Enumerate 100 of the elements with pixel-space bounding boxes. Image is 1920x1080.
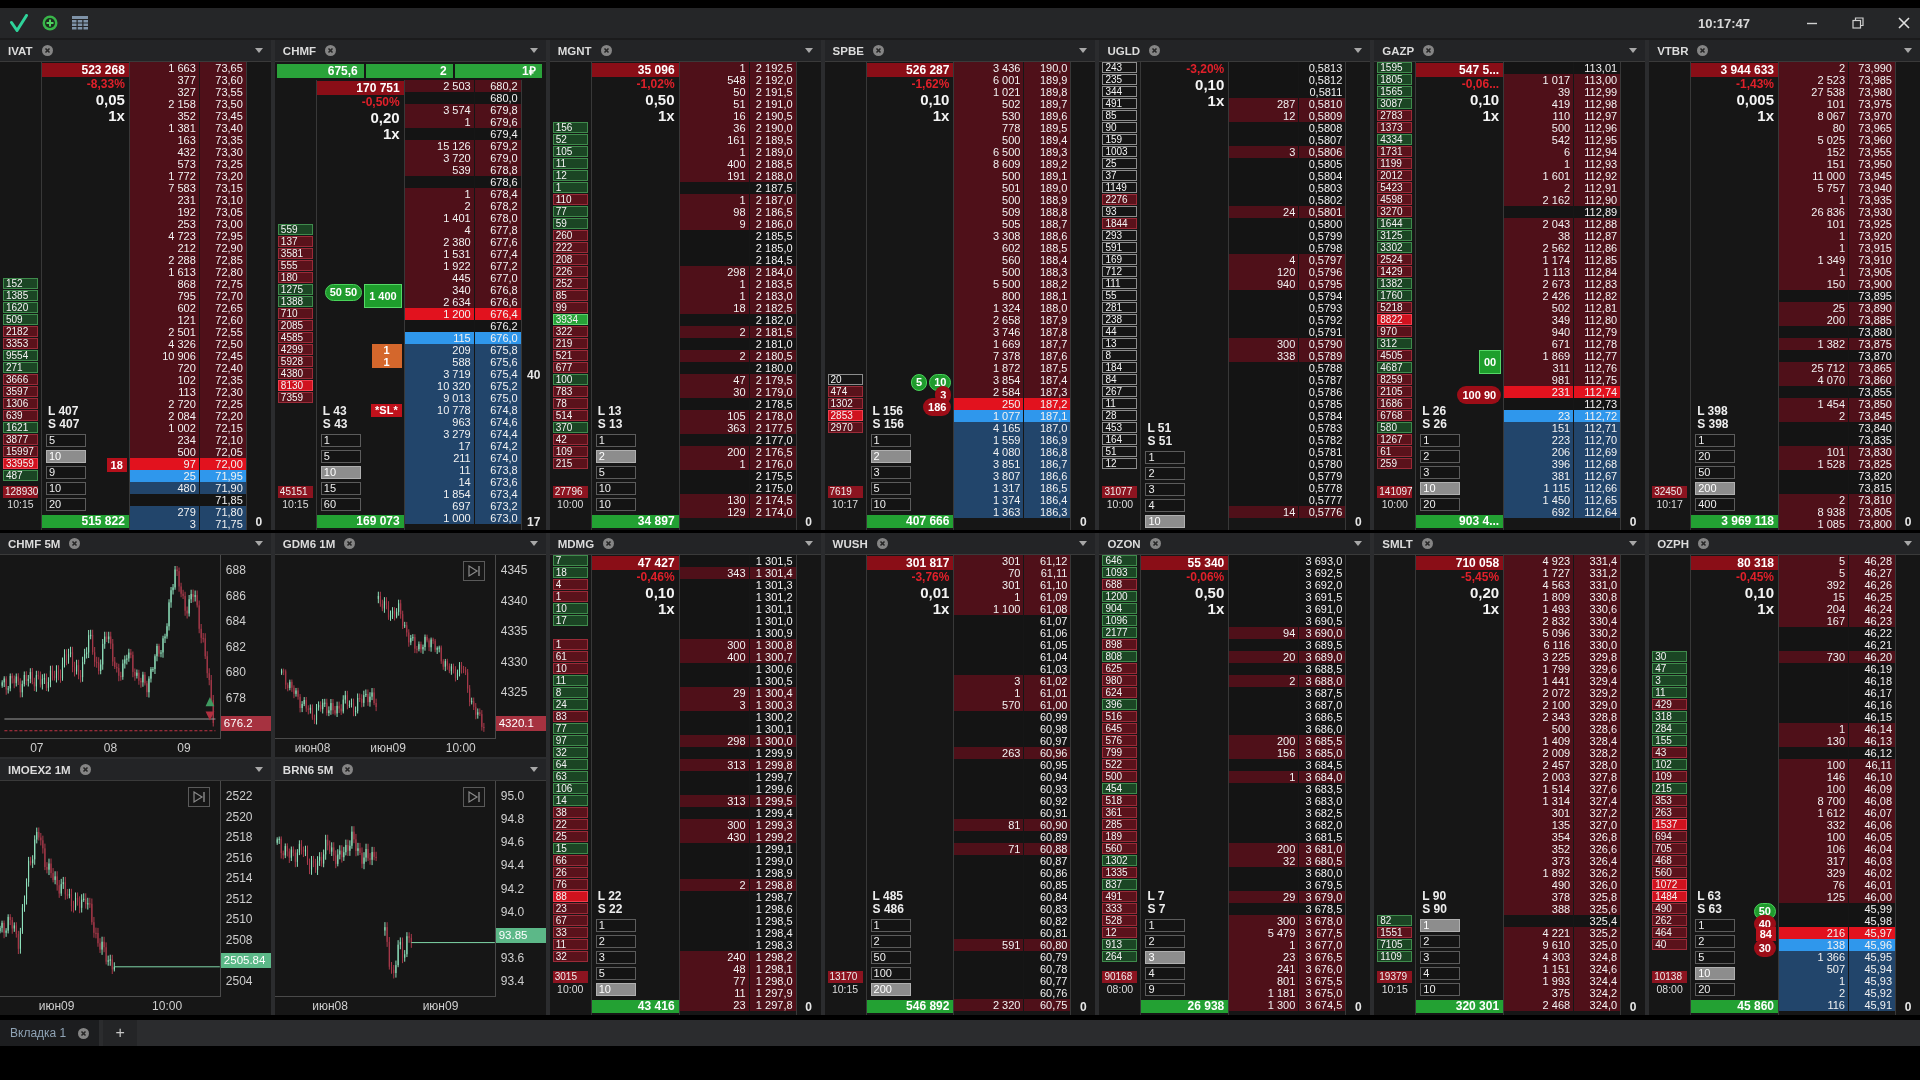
lot-button[interactable]: 10 — [1420, 983, 1461, 996]
lot-button[interactable]: 20 — [1695, 450, 1736, 463]
lot-button[interactable]: 1 — [1695, 434, 1736, 447]
lot-button[interactable]: 5 — [1695, 951, 1736, 964]
lot-button[interactable]: 2 — [1420, 450, 1461, 463]
order-marker[interactable]: 18 — [106, 458, 127, 472]
lot-button[interactable]: 15 — [320, 482, 361, 495]
lot-button[interactable]: 1 — [1145, 919, 1186, 932]
skip-to-end-icon[interactable] — [462, 787, 485, 807]
close-icon[interactable] — [1898, 17, 1910, 29]
lot-button[interactable]: 10 — [870, 498, 911, 511]
skip-to-end-icon[interactable] — [462, 561, 485, 581]
lot-button[interactable]: 9 — [1145, 983, 1186, 996]
workspace-tab[interactable]: Вкладка 1 — [0, 1020, 100, 1046]
order-marker[interactable]: 84 — [1755, 927, 1776, 941]
lot-button[interactable]: 3 — [1145, 483, 1186, 496]
lot-button[interactable]: 2 — [1420, 935, 1461, 948]
caret-icon[interactable] — [529, 541, 538, 546]
lot-button[interactable]: 1 — [1695, 919, 1736, 932]
caret-icon[interactable] — [254, 541, 263, 546]
lot-button[interactable]: 3 — [870, 466, 911, 479]
panel-title[interactable]: IMOEX2 1M — [8, 763, 71, 776]
order-marker[interactable]: *SL* — [371, 404, 402, 417]
lot-button[interactable]: 2 — [1145, 935, 1186, 948]
panel-title[interactable]: OZON — [1107, 537, 1141, 550]
lot-button[interactable]: 3 — [1420, 951, 1461, 964]
caret-icon[interactable] — [529, 767, 538, 772]
lot-button[interactable]: 400 — [1695, 498, 1736, 511]
lot-button[interactable]: 20 — [1420, 498, 1461, 511]
lot-button[interactable]: 4 — [1145, 499, 1186, 512]
panel-title[interactable]: CHMF — [282, 44, 317, 57]
lot-button[interactable]: 50 — [870, 951, 911, 964]
caret-icon[interactable] — [1904, 541, 1912, 546]
order-marker[interactable]: 50 50 — [324, 284, 363, 301]
caret-icon[interactable] — [804, 48, 813, 53]
caret-icon[interactable] — [254, 48, 263, 53]
lot-button[interactable]: 1 — [320, 434, 361, 447]
lot-button[interactable]: 3 — [1420, 466, 1461, 479]
close-icon[interactable] — [78, 1027, 90, 1039]
panel-title[interactable]: MDMG — [557, 537, 595, 550]
caret-icon[interactable] — [1079, 48, 1088, 53]
panel-title[interactable]: UGLD — [1107, 44, 1140, 57]
lot-button[interactable]: 2 — [595, 935, 636, 948]
lot-button[interactable]: 4 — [1145, 967, 1186, 980]
lot-button[interactable]: 5 — [320, 450, 361, 463]
order-marker[interactable]: 30 — [1753, 939, 1776, 957]
lot-button[interactable]: 2 — [870, 935, 911, 948]
lot-button[interactable]: 50 — [1695, 466, 1736, 479]
lot-button[interactable]: 5 — [870, 482, 911, 495]
lot-button[interactable]: 5 — [595, 967, 636, 980]
panel-title[interactable]: WUSH — [832, 537, 868, 550]
order-marker[interactable]: 186 — [923, 398, 952, 416]
lot-button[interactable]: 5 — [595, 466, 636, 479]
lot-button[interactable]: 1 — [595, 434, 636, 447]
panel-title[interactable]: VTBR — [1657, 44, 1689, 57]
panel-title[interactable]: OZPH — [1657, 537, 1690, 550]
caret-icon[interactable] — [804, 541, 813, 546]
lot-button[interactable]: 10 — [595, 498, 636, 511]
lot-button[interactable]: 10 — [595, 482, 636, 495]
lot-button[interactable]: 3 — [595, 951, 636, 964]
panel-title[interactable]: BRN6 5M — [282, 763, 334, 776]
panel-title[interactable]: SPBE — [832, 44, 864, 57]
lot-button[interactable]: 4 — [1420, 967, 1461, 980]
caret-icon[interactable] — [254, 767, 263, 772]
lot-button[interactable]: 1 — [870, 434, 911, 447]
lot-button[interactable]: 2 — [1145, 467, 1186, 480]
panel-title[interactable]: IVAT — [8, 44, 33, 57]
lot-button[interactable]: 5 — [46, 434, 86, 447]
grid-icon[interactable] — [72, 16, 88, 30]
caret-icon[interactable] — [1079, 541, 1088, 546]
caret-icon[interactable] — [1904, 48, 1912, 53]
lot-button[interactable]: 1 — [595, 919, 636, 932]
check-icon[interactable] — [10, 14, 28, 32]
lot-button[interactable]: 10 — [46, 482, 86, 495]
caret-icon[interactable] — [1354, 48, 1363, 53]
lot-button[interactable]: 1 — [870, 919, 911, 932]
skip-to-end-icon[interactable] — [187, 787, 210, 807]
caret-icon[interactable] — [1354, 541, 1363, 546]
panel-title[interactable]: CHMF 5M — [8, 537, 61, 550]
order-marker[interactable]: 00 — [1478, 350, 1502, 374]
lot-button[interactable]: 1 — [1420, 434, 1461, 447]
order-marker[interactable]: 5 — [911, 374, 928, 391]
panel-title[interactable]: MGNT — [557, 44, 592, 57]
lot-button[interactable]: 20 — [1695, 983, 1736, 996]
add-tab-button[interactable]: + — [103, 1020, 138, 1046]
lot-button[interactable]: 60 — [320, 498, 361, 511]
panel-title[interactable]: SMLT — [1382, 537, 1413, 550]
panel-title[interactable]: GAZP — [1382, 44, 1415, 57]
order-marker[interactable]: 1 — [371, 344, 402, 356]
lot-button[interactable]: 2 — [1695, 935, 1736, 948]
lot-button[interactable]: 9 — [46, 466, 86, 479]
order-marker[interactable]: 100 90 — [1457, 386, 1502, 404]
order-marker[interactable]: 1 400 — [364, 284, 402, 308]
caret-icon[interactable] — [529, 48, 538, 53]
caret-icon[interactable] — [1629, 541, 1638, 546]
restore-icon[interactable] — [1852, 17, 1864, 29]
order-marker[interactable]: 1 — [371, 356, 402, 368]
lot-button[interactable]: 100 — [870, 967, 911, 980]
lot-button[interactable]: 20 — [46, 498, 86, 511]
lot-button[interactable]: 1 — [1145, 451, 1186, 464]
